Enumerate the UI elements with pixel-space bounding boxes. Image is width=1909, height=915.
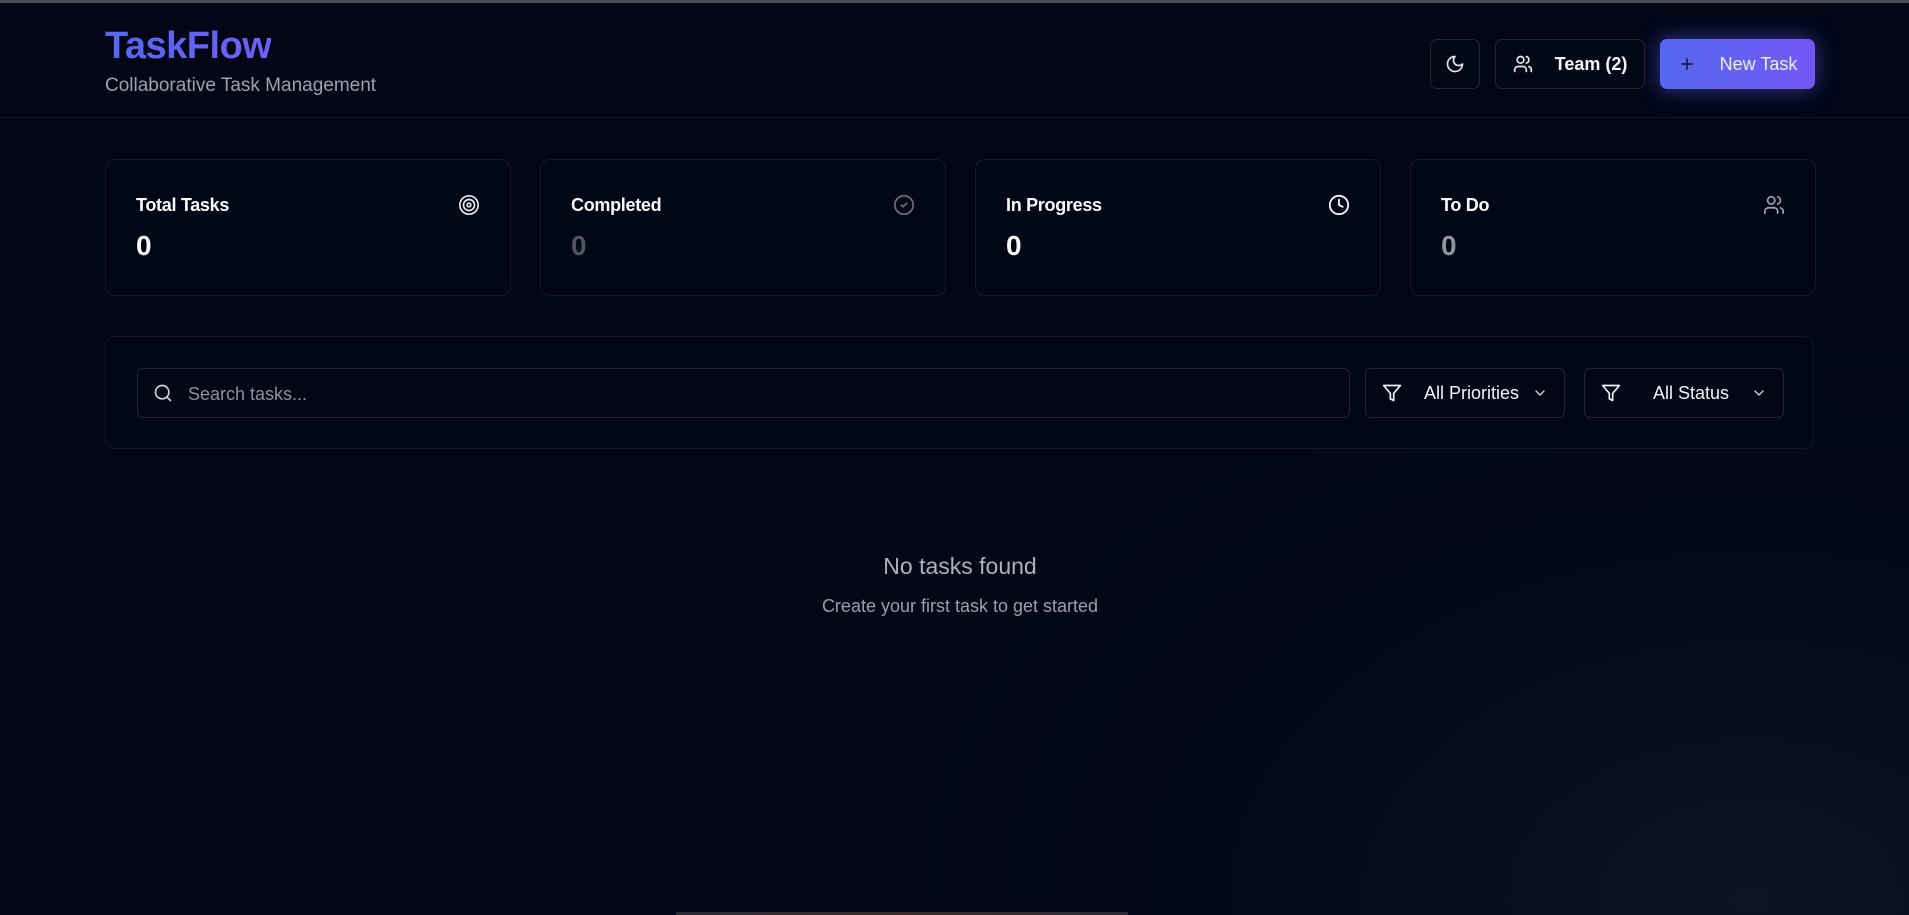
stat-label: In Progress (1006, 195, 1102, 215)
app-page: TaskFlow Collaborative Task Management T… (0, 0, 1909, 915)
stat-value: 0 (1006, 230, 1022, 261)
priority-filter-select[interactable]: All Priorities (1365, 368, 1565, 418)
plus-icon (1680, 58, 1693, 70)
new-task-button[interactable]: New Task (1660, 39, 1815, 89)
check-circle-icon (894, 195, 914, 215)
users-icon (1764, 195, 1784, 215)
search-icon (154, 384, 172, 402)
filter-icon (1601, 384, 1621, 402)
chevron-down-icon (1754, 390, 1764, 396)
status-filter-value: All Status (1653, 383, 1730, 403)
stat-card-todo: To Do 0 (1410, 159, 1816, 296)
team-button[interactable]: Team (2) (1495, 39, 1645, 89)
chevron-down-icon (1535, 390, 1545, 396)
app-subtitle: Collaborative Task Management (105, 75, 377, 96)
empty-state-title: No tasks found (883, 553, 1037, 579)
clock-icon (1328, 194, 1350, 216)
priority-filter-value: All Priorities (1424, 383, 1520, 403)
stat-value: 0 (136, 230, 152, 261)
empty-state-subtitle: Create your first task to get started (821, 596, 1099, 616)
stat-value: 0 (1441, 230, 1457, 261)
filter-icon (1382, 384, 1402, 402)
new-task-label: New Task (1719, 53, 1798, 74)
status-filter-select[interactable]: All Status (1584, 368, 1784, 418)
stat-card-completed: Completed 0 (540, 159, 946, 296)
stat-label: To Do (1441, 195, 1490, 215)
search-box[interactable] (137, 368, 1350, 419)
stat-card-in-progress: In Progress 0 (975, 159, 1381, 296)
stat-label: Total Tasks (136, 195, 230, 215)
filter-panel: All Priorities All Status (105, 336, 1814, 449)
stat-card-total: Total Tasks 0 (105, 159, 511, 296)
app-header: TaskFlow Collaborative Task Management T… (0, 3, 1909, 118)
theme-toggle-button[interactable] (1430, 39, 1480, 89)
users-icon (1513, 55, 1532, 73)
stat-label: Completed (571, 195, 662, 215)
stat-value: 0 (571, 230, 587, 261)
team-button-label: Team (2) (1554, 53, 1628, 74)
search-input[interactable] (186, 369, 1340, 419)
app-title: TaskFlow (105, 25, 272, 67)
moon-icon (1446, 55, 1464, 73)
target-icon (459, 195, 479, 215)
